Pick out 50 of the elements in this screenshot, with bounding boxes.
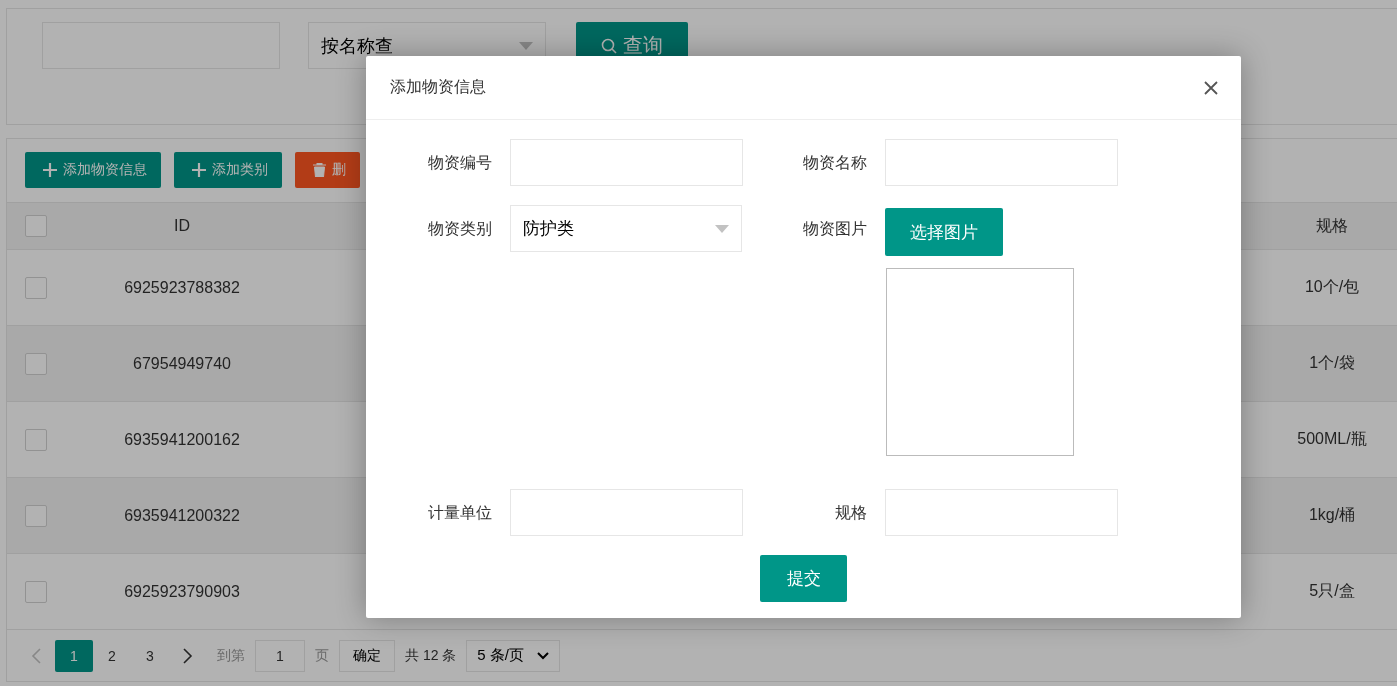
table-cell-text: 1个/袋	[1308, 353, 1356, 373]
chevron-down-icon	[537, 651, 550, 660]
table-cell-text: 5只/盒	[1308, 581, 1356, 601]
table-cell-text: 6925923790903	[123, 582, 241, 601]
category-select[interactable]: 防护类	[510, 205, 742, 252]
submit-button[interactable]: 提交	[760, 555, 847, 602]
page-input[interactable]: 1	[255, 639, 305, 672]
confirm-button[interactable]: 确定	[339, 639, 395, 672]
checkbox[interactable]	[25, 504, 47, 527]
text-field[interactable]	[510, 139, 743, 186]
text-field[interactable]	[885, 139, 1118, 186]
dropdown-caret-icon	[519, 41, 533, 50]
checkbox[interactable]	[25, 276, 47, 299]
checkbox[interactable]	[25, 428, 47, 451]
field-label: 物资图片	[802, 219, 868, 239]
previous-icon	[31, 647, 41, 664]
choose-image-button[interactable]: 选择图片	[885, 208, 1003, 256]
table-cell-text: 1kg/桶	[1307, 505, 1357, 525]
checkbox[interactable]	[25, 352, 47, 375]
table-cell-text: 10个/包	[1303, 277, 1361, 297]
dropdown-caret-icon	[715, 224, 729, 233]
field-label: 规格	[834, 503, 868, 523]
checkbox[interactable]	[25, 580, 47, 603]
field-label: 计量单位	[427, 503, 493, 523]
field-label: 物资名称	[802, 153, 868, 173]
field-label: 物资类别	[427, 219, 493, 239]
table-cell-text: 500ML/瓶	[1296, 429, 1368, 449]
page-button[interactable]: 3	[131, 639, 169, 672]
table-cell-text: 6925923788382	[123, 278, 241, 297]
table-cell-text: 67954949740	[132, 354, 232, 373]
page-size-select[interactable]: 5 条/页	[466, 639, 561, 672]
plus-icon	[43, 163, 57, 177]
close-icon[interactable]	[1204, 80, 1218, 95]
total-count: 共 12 条	[405, 646, 457, 665]
text-field[interactable]	[510, 489, 743, 536]
dialog-title: 添加物资信息	[390, 77, 486, 97]
search-icon	[601, 37, 617, 54]
page-button[interactable]: 2	[93, 639, 131, 672]
next-icon	[183, 647, 193, 664]
page-label: 页	[315, 646, 329, 665]
column-header: ID	[173, 217, 191, 235]
trash-icon	[313, 163, 326, 177]
column-header: 规格	[1315, 215, 1349, 236]
plus-icon	[192, 163, 206, 177]
text-field[interactable]	[885, 489, 1118, 536]
table-cell-text: 6935941200162	[123, 430, 241, 449]
checkbox[interactable]	[25, 215, 47, 237]
goto-label: 到第	[217, 646, 245, 665]
field-label: 物资编号	[427, 153, 493, 173]
table-cell-text: 6935941200322	[123, 506, 241, 525]
